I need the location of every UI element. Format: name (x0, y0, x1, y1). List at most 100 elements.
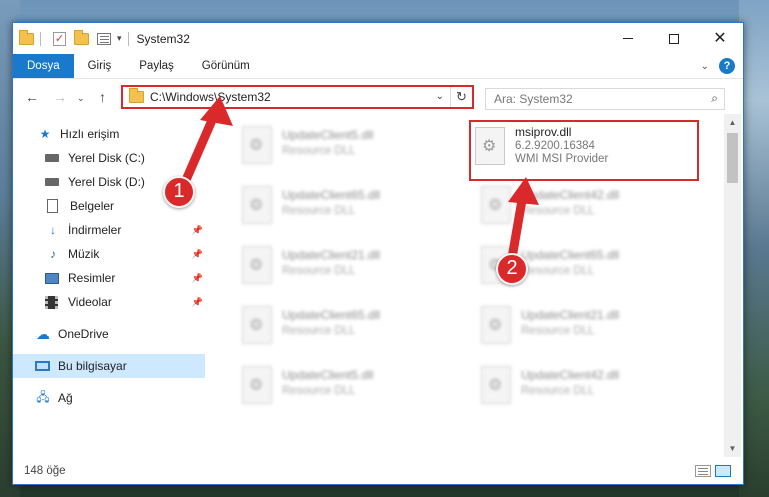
file-tile[interactable]: UpdateClient65.dll Resource DLL (238, 302, 463, 354)
address-path[interactable]: C:\Windows\System32 (150, 90, 271, 104)
vertical-scrollbar[interactable]: ▲ ▼ (724, 114, 741, 457)
sidebar-item-label: Ağ (58, 391, 73, 405)
title-bar: ✓ ▾ System32 ✕ (13, 23, 743, 54)
file-tile[interactable]: UpdateClient42.dll Resource DLL (477, 362, 702, 414)
maximize-icon (669, 33, 679, 44)
dll-file-icon (481, 186, 511, 224)
pin-icon[interactable]: 📌 (192, 249, 203, 260)
dll-file-icon (242, 306, 272, 344)
search-placeholder: Ara: System32 (494, 92, 573, 106)
file-tile[interactable]: UpdateClient21.dll Resource DLL (477, 302, 702, 354)
item-count: 148 öğe (24, 465, 66, 477)
dll-file-icon (481, 366, 511, 404)
tiles-view-icon[interactable] (715, 465, 731, 477)
details-view-icon[interactable] (695, 465, 711, 477)
pin-icon[interactable]: 📌 (192, 297, 203, 308)
view-switcher (695, 465, 731, 477)
maximize-button[interactable] (651, 23, 697, 54)
window-title: System32 (136, 31, 190, 46)
sidebar-item-label: Yerel Disk (C:) (68, 151, 145, 165)
download-icon: ↓ (50, 223, 56, 237)
file-name: UpdateClient5.dll (282, 128, 374, 142)
sidebar-item-this-pc[interactable]: Bu bilgisayar (13, 354, 205, 378)
close-button[interactable]: ✕ (697, 23, 743, 54)
file-name: UpdateClient65.dll (282, 188, 381, 202)
file-description: WMI MSI Provider (515, 153, 609, 165)
file-type: Resource DLL (521, 325, 595, 337)
sidebar-item-label: OneDrive (58, 327, 109, 341)
file-tile[interactable]: UpdateClient5.dll Resource DLL (238, 122, 463, 174)
file-tile[interactable]: UpdateClient5.dll Resource DLL (238, 362, 463, 414)
music-icon: ♪ (50, 247, 56, 261)
sidebar-item-quick-access[interactable]: ★ Hızlı erişim (13, 122, 205, 146)
up-arrow-icon[interactable]: ↑ (99, 89, 106, 105)
refresh-icon[interactable]: ↻ (450, 87, 472, 107)
file-type: Resource DLL (521, 385, 595, 397)
file-name: UpdateClient65.dll (282, 308, 381, 322)
file-name: UpdateClient21.dll (521, 308, 620, 322)
search-input[interactable]: Ara: System32 ⌕ (485, 88, 725, 110)
properties-check-icon[interactable]: ✓ (53, 31, 66, 46)
search-icon[interactable]: ⌕ (711, 91, 718, 106)
address-dropdown-icon[interactable]: ⌄ (436, 91, 444, 102)
back-arrow-icon[interactable]: ← (25, 89, 39, 105)
sidebar-item-label: Bu bilgisayar (58, 359, 127, 373)
file-version: 6.2.9200.16384 (515, 140, 595, 152)
pin-icon[interactable]: 📌 (192, 273, 203, 284)
file-name: UpdateClient21.dll (282, 248, 381, 262)
sidebar-item-label: Videolar (68, 295, 112, 309)
sidebar-item-pictures[interactable]: Resimler 📌 (13, 266, 205, 290)
sidebar-item-videos[interactable]: Videolar 📌 (13, 290, 205, 314)
window-controls: ✕ (605, 23, 743, 54)
scroll-down-icon[interactable]: ▼ (724, 440, 741, 457)
navigation-pane: ★ Hızlı erişim Yerel Disk (C:) Yerel Dis… (13, 114, 205, 458)
drive-icon (45, 178, 59, 186)
file-list: UpdateClient5.dll Resource DLL UpdateCli… (218, 114, 722, 454)
close-icon: ✕ (713, 29, 727, 47)
sidebar-item-downloads[interactable]: ↓ İndirmeler 📌 (13, 218, 205, 242)
sidebar-item-network[interactable]: 🖧 Ağ (13, 386, 205, 410)
address-bar[interactable]: C:\Windows\System32 ⌄ ↻ (121, 85, 474, 109)
divider (40, 31, 41, 46)
file-type: Resource DLL (282, 145, 356, 157)
file-tile[interactable]: UpdateClient42.dll Resource DLL (477, 182, 702, 234)
pin-icon[interactable]: 📌 (192, 225, 203, 236)
customize-dropdown-icon[interactable]: ▾ (117, 33, 122, 44)
tab-home[interactable]: Giriş (74, 54, 126, 78)
dll-file-icon (242, 126, 272, 164)
sidebar-item-label: Belgeler (70, 199, 115, 213)
new-folder-icon[interactable] (74, 29, 89, 45)
tab-file[interactable]: Dosya (13, 54, 74, 78)
tab-share[interactable]: Paylaş (125, 54, 188, 78)
sidebar-item-label: İndirmeler (68, 223, 122, 237)
sidebar-item-label: Hızlı erişim (60, 127, 120, 141)
sidebar-item-music[interactable]: ♪ Müzik 📌 (13, 242, 205, 266)
help-icon[interactable]: ? (719, 58, 735, 74)
file-explorer-window: ✓ ▾ System32 ✕ Dosya Giriş Paylaş Görünü… (12, 22, 744, 485)
dll-file-icon (242, 366, 272, 404)
expand-ribbon-icon[interactable]: ⌄ (701, 61, 709, 72)
sidebar-item-disk-c[interactable]: Yerel Disk (C:) (13, 146, 205, 170)
navigation-bar: ← → ⌄ ↑ C:\Windows\System32 ⌄ ↻ Ara: Sys… (13, 80, 743, 114)
forward-arrow-icon[interactable]: → (53, 89, 67, 105)
file-type: Resource DLL (521, 205, 595, 217)
file-type: Resource DLL (521, 265, 595, 277)
tab-view[interactable]: Görünüm (188, 54, 264, 78)
ribbon-tabs: Dosya Giriş Paylaş Görünüm ⌄ ? (13, 54, 743, 79)
file-tile-msiprov[interactable]: msiprov.dll 6.2.9200.16384 WMI MSI Provi… (469, 120, 699, 181)
sidebar-item-onedrive[interactable]: ☁ OneDrive (13, 322, 205, 346)
scroll-thumb[interactable] (727, 133, 738, 183)
sidebar-item-label: Yerel Disk (D:) (68, 175, 145, 189)
file-tile[interactable]: UpdateClient65.dll Resource DLL (238, 182, 463, 234)
video-icon (45, 295, 58, 309)
status-bar: 148 öğe (13, 458, 743, 484)
computer-icon (35, 361, 50, 371)
quick-access-properties-icon[interactable] (97, 32, 111, 45)
step-1-badge: 1 (163, 176, 195, 208)
file-tile[interactable]: UpdateClient21.dll Resource DLL (238, 242, 463, 294)
file-type: Resource DLL (282, 205, 356, 217)
recent-locations-icon[interactable]: ⌄ (77, 93, 85, 104)
scroll-up-icon[interactable]: ▲ (724, 114, 741, 131)
minimize-button[interactable] (605, 23, 651, 54)
file-name: msiprov.dll (515, 125, 572, 139)
